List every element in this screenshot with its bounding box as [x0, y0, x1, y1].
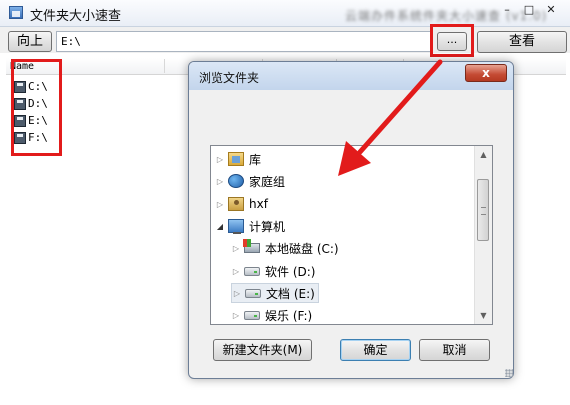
expand-arrow-icon[interactable]: ▷: [215, 177, 225, 186]
tree-item-homegroup[interactable]: ▷ 家庭组: [215, 171, 285, 191]
tree-item-label: 家庭组: [249, 174, 286, 189]
tree-item-drive-d[interactable]: ▷ 软件 (D:): [231, 261, 316, 281]
dialog-title-bar: 浏览文件夹 x: [189, 62, 513, 90]
maximize-button[interactable]: □: [518, 0, 540, 20]
app-icon: [9, 6, 23, 19]
new-folder-button[interactable]: 新建文件夹(M): [213, 339, 312, 361]
tree-scrollbar[interactable]: ▲ ▼: [474, 146, 492, 324]
system-drive-icon: [243, 239, 260, 253]
title-bar: 文件夹大小速查 云端办件系统件夹大小速查 (v1.0) – □ ✕: [0, 0, 570, 27]
tree-item-label: 娱乐 (F:): [265, 308, 313, 323]
tree-item-label: 文档 (E:): [266, 286, 315, 301]
dialog-close-button[interactable]: x: [465, 64, 507, 82]
scroll-down-arrow-icon[interactable]: ▼: [475, 307, 492, 324]
tree-item-label: 本地磁盘 (C:): [265, 241, 339, 256]
computer-icon: [228, 219, 244, 234]
column-separator[interactable]: [164, 59, 165, 73]
expand-arrow-icon[interactable]: ▷: [231, 267, 241, 276]
resize-grip-icon[interactable]: [505, 369, 513, 377]
library-icon: [228, 152, 244, 166]
view-button[interactable]: 查看: [477, 31, 567, 53]
expand-arrow-icon[interactable]: ▷: [232, 289, 242, 298]
cancel-button[interactable]: 取消: [419, 339, 490, 361]
tree-item-user[interactable]: ▷ hxf: [215, 194, 268, 214]
tree-item-label: 计算机: [249, 219, 286, 234]
folder-tree[interactable]: ▷ 库 ▷ 家庭组 ▷ hxf ◢ 计算机 ▷ 本地磁盘 (C:) ▷ 软件 (…: [210, 145, 493, 325]
tree-item-label: 库: [249, 152, 262, 167]
window-title: 文件夹大小速查: [30, 9, 122, 24]
minimize-button[interactable]: –: [496, 0, 518, 20]
expand-arrow-icon[interactable]: ▷: [215, 200, 225, 209]
drive-icon: [245, 288, 261, 298]
expand-arrow-icon[interactable]: ▷: [215, 155, 225, 164]
expand-arrow-icon[interactable]: ▷: [231, 244, 241, 253]
up-button[interactable]: 向上: [8, 31, 52, 52]
collapse-arrow-icon[interactable]: ◢: [215, 222, 225, 231]
path-input[interactable]: E:\: [56, 31, 432, 52]
tree-item-computer[interactable]: ◢ 计算机: [215, 216, 285, 236]
window-controls: – □ ✕: [496, 0, 562, 20]
close-button[interactable]: ✕: [540, 0, 562, 20]
scroll-up-arrow-icon[interactable]: ▲: [475, 146, 492, 163]
homegroup-icon: [228, 174, 244, 188]
expand-arrow-icon[interactable]: ▷: [231, 311, 241, 320]
highlight-box-browse: [430, 24, 474, 57]
highlight-box-drives: [11, 59, 62, 156]
tree-item-drive-f[interactable]: ▷ 娱乐 (F:): [231, 305, 313, 324]
tree-item-drive-e[interactable]: ▷ 文档 (E:): [231, 283, 319, 303]
dialog-title: 浏览文件夹: [199, 71, 260, 85]
user-folder-icon: [228, 197, 244, 211]
drive-icon: [244, 266, 260, 276]
scroll-thumb[interactable]: [477, 179, 489, 241]
tree-item-label: 软件 (D:): [265, 264, 316, 279]
tree-item-library[interactable]: ▷ 库: [215, 149, 261, 169]
drive-icon: [244, 310, 260, 320]
grip-icon: [481, 207, 486, 215]
ok-button[interactable]: 确定: [340, 339, 411, 361]
tree-item-drive-c[interactable]: ▷ 本地磁盘 (C:): [231, 238, 339, 258]
tree-item-label: hxf: [249, 197, 268, 211]
